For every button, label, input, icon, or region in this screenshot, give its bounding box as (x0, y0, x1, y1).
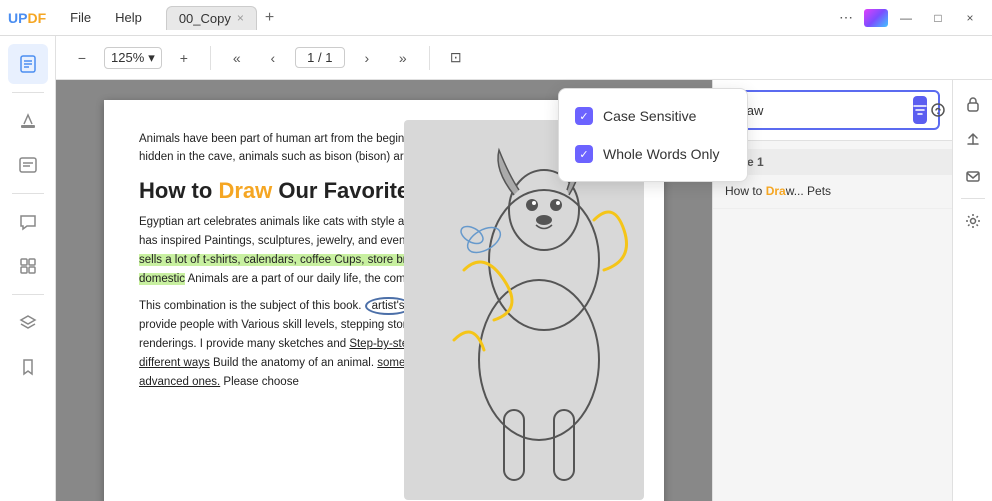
sidebar-icon-bookmark[interactable] (8, 347, 48, 387)
overflow-btn[interactable]: ⋯ (832, 4, 860, 32)
search-filter-btn[interactable] (913, 96, 927, 124)
tab-close-btn[interactable]: × (237, 11, 244, 25)
case-sensitive-checkbox[interactable]: ✓ (575, 107, 593, 125)
tab-bar: 00_Copy × + (166, 5, 828, 31)
tab-document[interactable]: 00_Copy × (166, 6, 257, 30)
right-sidebar-icons (952, 80, 992, 501)
right-panel: Page 1 How to Draw... Pets (712, 80, 952, 501)
heading-draw: Draw (218, 178, 272, 203)
titlebar: UPDF File Help 00_Copy × + ⋯ — □ × (0, 0, 992, 36)
filter-option-whole-words[interactable]: ✓ Whole Words Only (559, 135, 747, 173)
divider-1 (210, 46, 211, 70)
menu-bar: File Help (58, 6, 154, 29)
toolbar: − 125% ▾ + « ‹ 1 / 1 › » ⊡ (56, 36, 992, 80)
prev-page-btn[interactable]: ‹ (259, 44, 287, 72)
share-icon[interactable] (957, 124, 989, 156)
sidebar-icon-layers[interactable] (8, 303, 48, 343)
sidebar-icon-comment[interactable] (8, 202, 48, 242)
fit-page-btn[interactable]: ⊡ (442, 44, 470, 72)
sidebar-icon-highlight[interactable] (8, 101, 48, 141)
divider-2 (429, 46, 430, 70)
zoom-display[interactable]: 125% ▾ (104, 47, 162, 69)
result-highlight: Dra (766, 184, 786, 198)
content-body: Animals have been part of human art from… (56, 80, 992, 501)
search-options-btn[interactable] (931, 96, 945, 124)
sidebar-icon-organize[interactable] (8, 246, 48, 286)
left-sidebar (0, 36, 56, 501)
settings-icon[interactable] (957, 205, 989, 237)
next-page-btn[interactable]: › (353, 44, 381, 72)
content-area: − 125% ▾ + « ‹ 1 / 1 › » ⊡ Animals have … (56, 36, 992, 501)
zoom-dropdown-arrow: ▾ (148, 50, 155, 66)
skip-last-btn[interactable]: » (389, 44, 417, 72)
result-group-page1: Page 1 (713, 149, 952, 175)
sidebar-divider-2 (12, 193, 44, 194)
search-bar (725, 90, 940, 130)
zoom-in-btn[interactable]: + (170, 44, 198, 72)
maximize-btn[interactable]: □ (924, 4, 952, 32)
menu-help[interactable]: Help (103, 6, 154, 29)
sidebar-icon-edit[interactable] (8, 145, 48, 185)
whole-words-checkbox[interactable]: ✓ (575, 145, 593, 163)
rs-divider (961, 198, 985, 199)
filter-option-case-sensitive[interactable]: ✓ Case Sensitive (559, 97, 747, 135)
sidebar-icon-document[interactable] (8, 44, 48, 84)
zoom-value: 125% (111, 50, 144, 65)
email-icon[interactable] (957, 160, 989, 192)
tab-label: 00_Copy (179, 11, 231, 26)
tab-add-btn[interactable]: + (257, 5, 282, 31)
brand-logo (864, 9, 888, 27)
search-input[interactable] (733, 103, 909, 118)
menu-file[interactable]: File (58, 6, 103, 29)
close-btn[interactable]: × (956, 4, 984, 32)
heading-prefix: How to (139, 178, 218, 203)
sidebar-divider-1 (12, 92, 44, 93)
filter-dropdown: ✓ Case Sensitive ✓ Whole Words Only (558, 88, 748, 182)
lock-icon[interactable] (957, 88, 989, 120)
minimize-btn[interactable]: — (892, 4, 920, 32)
search-results: Page 1 How to Draw... Pets (713, 141, 952, 501)
zoom-out-btn[interactable]: − (68, 44, 96, 72)
sidebar-divider-3 (12, 294, 44, 295)
page-display[interactable]: 1 / 1 (295, 47, 345, 68)
skip-first-btn[interactable]: « (223, 44, 251, 72)
main-layout: − 125% ▾ + « ‹ 1 / 1 › » ⊡ Animals have … (0, 36, 992, 501)
titlebar-right: ⋯ — □ × (832, 4, 984, 32)
whole-words-label: Whole Words Only (603, 146, 719, 162)
result-item-1[interactable]: How to Draw... Pets (713, 175, 952, 209)
case-sensitive-label: Case Sensitive (603, 108, 696, 124)
search-header (713, 80, 952, 141)
app-logo: UPDF (8, 10, 46, 26)
